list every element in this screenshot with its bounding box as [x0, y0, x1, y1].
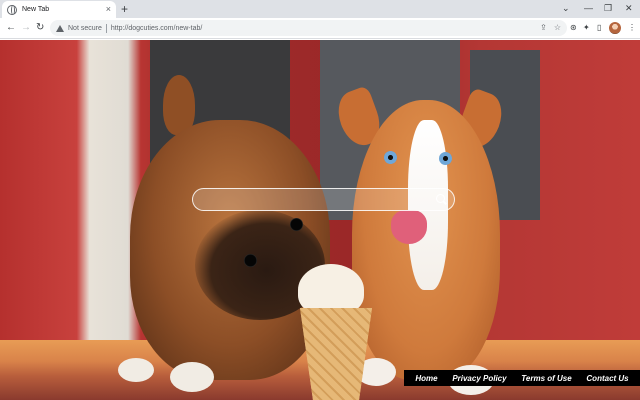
url-text[interactable]: http://dogcuties.com/new-tab/	[111, 25, 202, 32]
tab-search-chevron-icon[interactable]: ⌄	[562, 2, 570, 14]
warning-icon[interactable]	[56, 24, 64, 32]
left-puppy-eye	[244, 254, 257, 267]
divider	[105, 23, 107, 33]
restore-button[interactable]: ❐	[604, 2, 612, 14]
footer-link-terms-of-use[interactable]: Terms of Use	[521, 374, 571, 383]
search-input[interactable]	[192, 188, 455, 211]
window-close-button[interactable]: ✕	[625, 2, 633, 14]
footer-link-contact-us[interactable]: Contact Us	[586, 374, 628, 383]
profile-avatar[interactable]	[609, 22, 621, 34]
bookmark-star-icon[interactable]: ☆	[554, 23, 561, 32]
browser-toolbar: ← → ↻ Not secure http://dogcuties.com/ne…	[0, 18, 640, 39]
left-puppy-paw	[170, 362, 214, 392]
left-puppy-paw	[118, 358, 154, 382]
right-puppy-eye	[439, 152, 452, 165]
globe-icon	[7, 4, 17, 15]
minimize-button[interactable]: —	[584, 2, 593, 14]
reload-button[interactable]: ↻	[36, 22, 44, 34]
extension-icon[interactable]: ⊛	[570, 23, 577, 33]
forward-button[interactable]: →	[21, 22, 31, 34]
footer-links: Home Privacy Policy Terms of Use Contact…	[404, 370, 640, 386]
security-label[interactable]: Not secure	[68, 25, 102, 32]
search-icon[interactable]	[436, 194, 445, 203]
left-puppy-eye	[290, 218, 303, 231]
tab-close-icon[interactable]: ×	[106, 5, 111, 14]
tab-new-tab[interactable]: New Tab ×	[2, 1, 116, 18]
share-icon[interactable]: ⇪	[540, 23, 547, 32]
extensions-puzzle-icon[interactable]: ✦	[583, 23, 590, 33]
right-puppy-tongue	[391, 210, 427, 244]
tab-title: New Tab	[22, 6, 50, 13]
new-tab-page: Home Privacy Policy Terms of Use Contact…	[0, 40, 640, 400]
address-bar[interactable]: Not secure http://dogcuties.com/new-tab/…	[50, 20, 567, 36]
footer-link-privacy-policy[interactable]: Privacy Policy	[452, 374, 506, 383]
footer-link-home[interactable]: Home	[415, 374, 437, 383]
tab-strip: New Tab × + ⌄ — ❐ ✕	[0, 0, 640, 18]
right-puppy-eye	[384, 151, 397, 164]
back-button[interactable]: ←	[6, 22, 16, 34]
menu-icon[interactable]: ⋮	[628, 23, 636, 33]
side-panel-icon[interactable]: ▯	[597, 23, 601, 33]
new-tab-button[interactable]: +	[121, 2, 128, 16]
